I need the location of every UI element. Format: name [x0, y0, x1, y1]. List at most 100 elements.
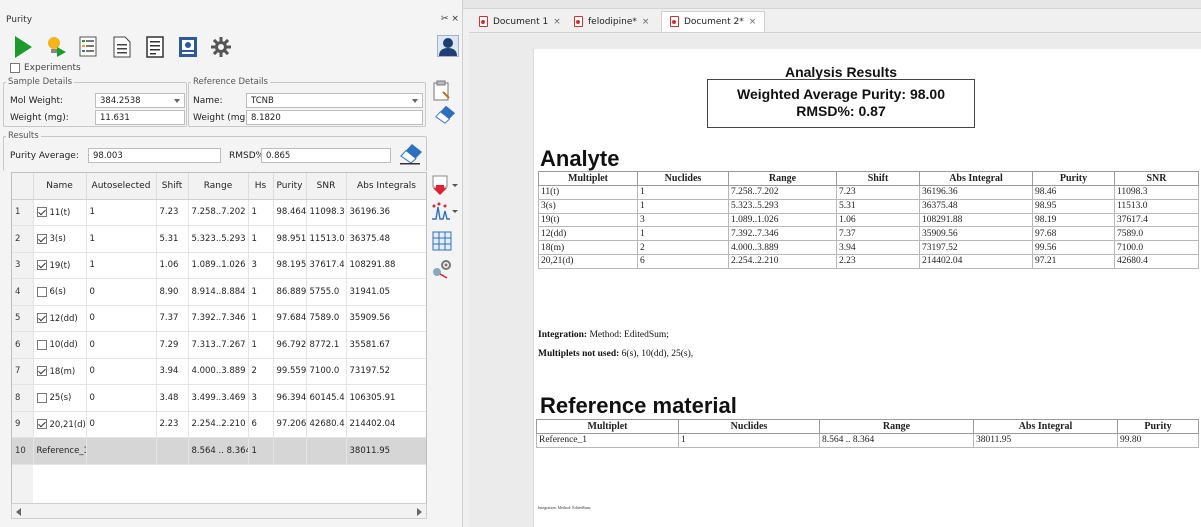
row-number: 7 [12, 358, 34, 385]
reference-cell: 8.564 .. 8.364 [819, 433, 974, 448]
row-number: 10 [12, 437, 34, 465]
purity-cell: 86.889 [273, 278, 307, 306]
col-header[interactable]: SNR [306, 173, 347, 200]
tab-document-2[interactable]: Document 2* × [661, 11, 766, 32]
close-icon[interactable]: × [749, 17, 757, 27]
document-button[interactable] [109, 34, 135, 60]
close-icon[interactable]: × [642, 17, 650, 27]
analyte-row: 19(t) 3 1.089..1.026 1.06 108291.88 98.19 3761… [538, 212, 1199, 228]
empty-cell [33, 464, 86, 491]
table-row[interactable]: 7 18(m) 0 3.94 4.000..3.889 2 99.559 7100.0 7319… [12, 358, 426, 385]
name-cell[interactable]: 3(s) [33, 225, 87, 253]
settings-button[interactable] [208, 34, 234, 60]
analyte-col-header: Purity [1032, 171, 1115, 186]
document-icon [670, 16, 679, 27]
row-checkbox[interactable] [36, 260, 47, 270]
import-menu-button[interactable] [430, 175, 460, 197]
experiments-checkbox[interactable] [10, 63, 20, 73]
col-header[interactable]: Autoselected [86, 173, 157, 200]
name-cell[interactable]: 19(t) [33, 252, 87, 279]
row-checkbox[interactable] [36, 419, 47, 429]
name-cell[interactable]: 18(m) [33, 358, 87, 385]
analyte-cell: 4.000..3.889 [728, 240, 837, 255]
purity-panel: Purity ✂ × Experiments Sample Details Mo… [0, 0, 463, 527]
name-cell[interactable]: 6(s) [33, 278, 87, 306]
name-cell[interactable]: 11(t) [33, 199, 87, 226]
row-number: 3 [12, 252, 34, 279]
name-cell[interactable]: 20,21(d) [33, 411, 87, 438]
table-row[interactable]: 3 19(t) 1 1.06 1.089..1.026 3 98.195 37617.4 108… [12, 252, 426, 279]
range-cell: 4.000..3.889 [188, 358, 249, 385]
clear-results-button[interactable] [398, 141, 424, 165]
reference-row[interactable]: 10 Reference_1 8.564 .. 8.364 1 38011.95 [12, 437, 426, 465]
multiplet-name: 12(dd) [49, 313, 78, 324]
table-view-button[interactable] [431, 230, 461, 256]
col-header[interactable]: Abs Integrals [346, 173, 426, 200]
range-cell: 1.089..1.026 [188, 252, 249, 279]
reference-name-select[interactable]: TCNB [246, 93, 423, 108]
clear-button[interactable] [433, 103, 461, 129]
auto-cell: 0 [86, 278, 157, 306]
analyte-cell: 36196.36 [919, 185, 1033, 200]
name-cell[interactable]: 25(s) [33, 384, 87, 412]
snr-cell: 37617.4 [306, 252, 347, 279]
panel-pin-close-buttons[interactable]: ✂ × [441, 14, 459, 24]
analyte-cell: 7.37 [836, 226, 920, 242]
auto-select-button[interactable] [43, 34, 69, 60]
col-header[interactable]: Range [188, 173, 249, 200]
col-header[interactable]: Name [33, 173, 87, 200]
rmsd-field[interactable]: 0.865 [261, 148, 391, 163]
table-row[interactable]: 5 12(dd) 0 7.37 7.392..7.346 1 97.684 7589.0 359… [12, 305, 426, 332]
analyte-col-header: Abs Integral [919, 171, 1033, 186]
row-checkbox[interactable] [36, 392, 47, 403]
col-header[interactable]: Purity [273, 173, 307, 200]
table-row[interactable]: 4 6(s) 0 8.90 8.914..8.884 1 86.889 5755.0 31941… [12, 278, 426, 306]
report-settings-button[interactable] [76, 34, 102, 60]
close-icon[interactable]: × [553, 17, 561, 27]
reference-weight-input[interactable]: 8.1820 [246, 110, 423, 125]
table-row[interactable]: 6 10(dd) 0 7.29 7.313..7.267 1 96.792 8772.1 355… [12, 331, 426, 359]
col-header[interactable]: Hs [248, 173, 274, 200]
row-checkbox[interactable] [36, 313, 47, 323]
horizontal-scrollbar[interactable] [11, 503, 427, 519]
table-row[interactable]: 2 3(s) 1 5.31 5.323..5.293 1 98.951 11513.0 3637… [12, 225, 426, 253]
experiments-toggle[interactable]: Experiments [10, 63, 81, 73]
chevron-down-icon [174, 99, 180, 103]
multiplet-name: 10(dd) [49, 340, 78, 350]
multiplet-name: 20,21(d) [49, 419, 86, 430]
name-cell[interactable]: 12(dd) [33, 305, 87, 332]
peak-menu-button[interactable] [430, 201, 460, 223]
integration-value: Method: EditedSum; [589, 330, 669, 340]
analyte-col-header: Nuclides [637, 171, 729, 186]
report-list-button[interactable] [142, 34, 168, 60]
analyte-col-header: SNR [1114, 171, 1199, 186]
hs-cell: 1 [248, 305, 274, 332]
run-button[interactable] [10, 34, 36, 60]
name-cell[interactable]: 10(dd) [33, 331, 87, 359]
mol-weight-select[interactable]: 384.2538 [95, 93, 185, 108]
reference-col-header: Abs Integral [973, 419, 1118, 434]
row-checkbox[interactable] [36, 286, 47, 297]
peak-picking-icon [432, 202, 458, 220]
purity-cell: 97.206 [273, 411, 307, 438]
tab-felodipine[interactable]: felodipine* × [566, 11, 657, 32]
tab-document-1[interactable]: Document 1 × [471, 11, 569, 32]
table-row[interactable]: 8 25(s) 0 3.48 3.499..3.469 3 96.394 60145.4 106… [12, 384, 426, 412]
row-checkbox[interactable] [36, 207, 47, 217]
name-cell: Reference_1 [33, 437, 87, 465]
table-row[interactable]: 9 20,21(d) 0 2.23 2.254..2.210 6 97.206 42680.4… [12, 411, 426, 438]
user-profile-button[interactable] [437, 35, 459, 57]
analyte-cell: 1.089..1.026 [728, 212, 837, 228]
export-button[interactable] [175, 34, 201, 60]
row-checkbox[interactable] [36, 366, 47, 376]
analyte-cell: 97.68 [1032, 226, 1115, 242]
row-checkbox[interactable] [36, 233, 47, 244]
col-header[interactable]: Shift [156, 173, 189, 200]
snr-cell: 5755.0 [306, 278, 347, 306]
row-checkbox[interactable] [36, 339, 47, 350]
molecule-settings-button[interactable] [431, 258, 461, 284]
range-cell: 7.392..7.346 [188, 305, 249, 332]
table-row[interactable]: 1 11(t) 1 7.23 7.258..7.202 1 98.464 11098.3 361… [12, 199, 426, 226]
sample-weight-input[interactable]: 11.631 [95, 110, 185, 125]
purity-average-field[interactable]: 98.003 [88, 148, 221, 163]
